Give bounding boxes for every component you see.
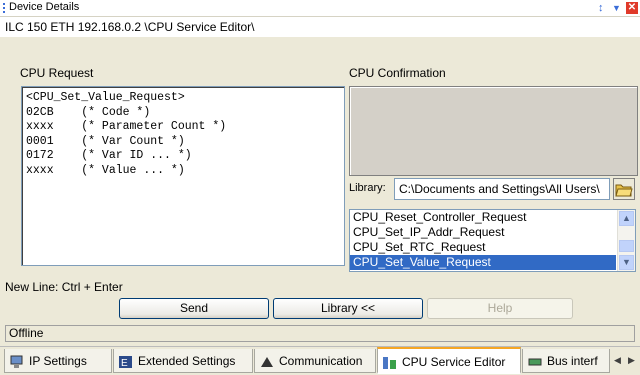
tab-label: IP Settings [29,354,87,368]
cpu-service-icon [383,356,396,369]
cpu-request-text[interactable]: <CPU_Set_Value_Request> 02CB (* Code *) … [22,87,344,178]
tab-label: Communication [279,354,363,368]
tab-label: Bus interf [547,354,598,368]
tab-label: Extended Settings [138,354,236,368]
status-bar: Offline [5,325,635,342]
tab-scroll-left-icon[interactable]: ◀ [614,355,621,366]
library-list-item[interactable]: CPU_Set_RTC_Request [350,240,616,255]
tab-extended-settings[interactable]: E Extended Settings [113,349,253,373]
cpu-request-editor[interactable]: <CPU_Set_Value_Request> 02CB (* Code *) … [21,86,345,266]
tab-communication[interactable]: Communication [254,349,376,373]
newline-hint: New Line: Ctrl + Enter [5,280,123,294]
library-list-item[interactable]: CPU_Set_Value_Request [350,255,616,270]
extended-settings-icon: E [119,355,132,369]
window-titlebar: Device Details ↕ ▼ ✕ [0,0,640,17]
library-scrollbar[interactable]: ▲ ▼ [617,210,635,271]
send-button[interactable]: Send [119,298,269,319]
pin-icon[interactable]: ↕ [598,1,604,15]
cpu-request-label: CPU Request [20,66,94,80]
help-button[interactable]: Help [427,298,573,319]
tab-label: CPU Service Editor [402,355,506,369]
scroll-down-icon[interactable]: ▼ [619,255,634,270]
tab-scroll-right-icon[interactable]: ▶ [628,355,635,366]
cpu-confirmation-label: CPU Confirmation [349,66,446,80]
library-list-item[interactable]: CPU_Set_IP_Addr_Request [350,225,616,240]
scroll-thumb[interactable] [619,240,634,252]
browse-button[interactable] [613,178,635,200]
grip-icon [3,3,6,13]
communication-icon [261,356,273,367]
library-label: Library: [349,182,386,194]
tab-ip-settings[interactable]: IP Settings [4,349,112,373]
library-toggle-button[interactable]: Library << [273,298,423,319]
bus-interface-icon [528,358,542,366]
cpu-confirmation-box [349,86,638,176]
close-icon[interactable]: ✕ [626,2,638,14]
window-title: Device Details [9,1,80,13]
library-list-item[interactable]: CPU_Reset_Controller_Request [350,210,616,225]
folder-open-icon [615,184,633,197]
path-bar: ILC 150 ETH 192.168.0.2 \CPU Service Edi… [0,17,640,37]
scroll-up-icon[interactable]: ▲ [619,211,634,226]
library-list[interactable]: CPU_Reset_Controller_Request CPU_Set_IP_A… [349,209,636,272]
tab-cpu-service-editor[interactable]: CPU Service Editor [377,347,521,374]
dropdown-icon[interactable]: ▼ [612,1,621,15]
library-path-field[interactable]: C:\Documents and Settings\All Users\ [394,178,610,200]
network-icon [10,355,23,368]
tab-bus-interface[interactable]: Bus interf [522,349,610,373]
svg-text:E: E [121,358,128,369]
tab-strip: IP Settings E Extended Settings Communica… [0,346,640,375]
device-path: ILC 150 ETH 192.168.0.2 \CPU Service Edi… [5,20,255,34]
